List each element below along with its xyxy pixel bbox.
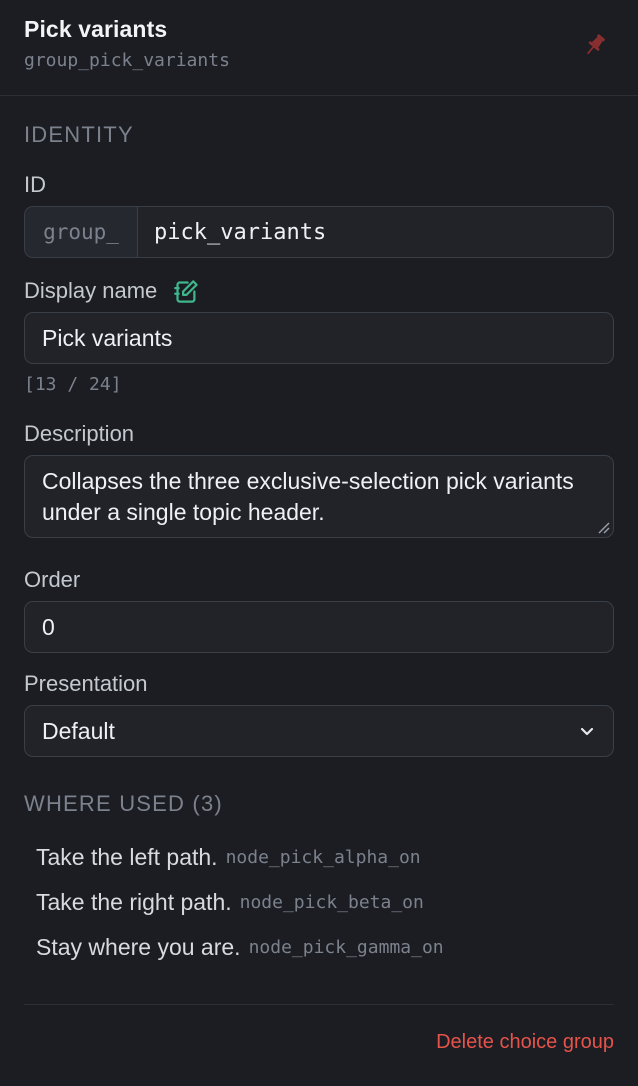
id-label: ID	[24, 172, 46, 197]
order-field[interactable]: 0	[24, 601, 614, 653]
order-label: Order	[24, 567, 81, 592]
panel-title: Pick variants	[24, 16, 168, 42]
presentation-value: Default	[42, 717, 115, 744]
id-prefix: group_	[25, 207, 138, 257]
section-label-where-used: WHERE USED (3)	[24, 791, 223, 816]
display-name-counter: [13 / 24]	[24, 374, 122, 395]
description-label: Description	[24, 421, 135, 446]
description-field[interactable]: Collapses the three exclusive-selection …	[24, 455, 614, 538]
display-name-label: Display name	[24, 278, 158, 303]
panel-body: IDENTITY ID group_ pick_variants Display…	[0, 122, 638, 970]
where-used-node-id: node_pick_beta_on	[239, 892, 424, 913]
where-used-item[interactable]: Take the left path. node_pick_alpha_on	[36, 835, 614, 880]
section-label-identity: IDENTITY	[24, 122, 134, 147]
id-value[interactable]: pick_variants	[138, 220, 326, 245]
pin-icon[interactable]	[582, 32, 608, 58]
delete-choice-group-button[interactable]: Delete choice group	[436, 1031, 614, 1054]
where-used-item[interactable]: Stay where you are. node_pick_gamma_on	[36, 925, 614, 970]
panel-footer: Delete choice group	[24, 1004, 614, 1086]
presentation-select[interactable]: Default	[24, 705, 614, 757]
where-used-list: Take the left path. node_pick_alpha_on T…	[24, 835, 614, 970]
choice-group-panel: Pick variants group_pick_variants IDENTI…	[0, 0, 638, 1086]
where-used-node-id: node_pick_gamma_on	[248, 937, 444, 958]
where-used-node-id: node_pick_alpha_on	[225, 847, 421, 868]
id-field[interactable]: group_ pick_variants	[24, 206, 614, 258]
panel-subtitle: group_pick_variants	[24, 50, 230, 71]
where-used-text: Stay where you are.	[36, 934, 241, 960]
where-used-item[interactable]: Take the right path. node_pick_beta_on	[36, 880, 614, 925]
edit-icon[interactable]	[173, 278, 200, 305]
where-used-text: Take the right path.	[36, 889, 232, 915]
resize-handle-icon[interactable]	[596, 520, 610, 534]
panel-header: Pick variants group_pick_variants	[0, 0, 638, 96]
where-used-text: Take the left path.	[36, 844, 218, 870]
display-name-field[interactable]: Pick variants	[24, 312, 614, 364]
chevron-down-icon	[580, 727, 594, 736]
presentation-label: Presentation	[24, 671, 148, 696]
display-name-label-row: Display name	[24, 278, 614, 304]
description-text[interactable]: Collapses the three exclusive-selection …	[42, 468, 574, 525]
